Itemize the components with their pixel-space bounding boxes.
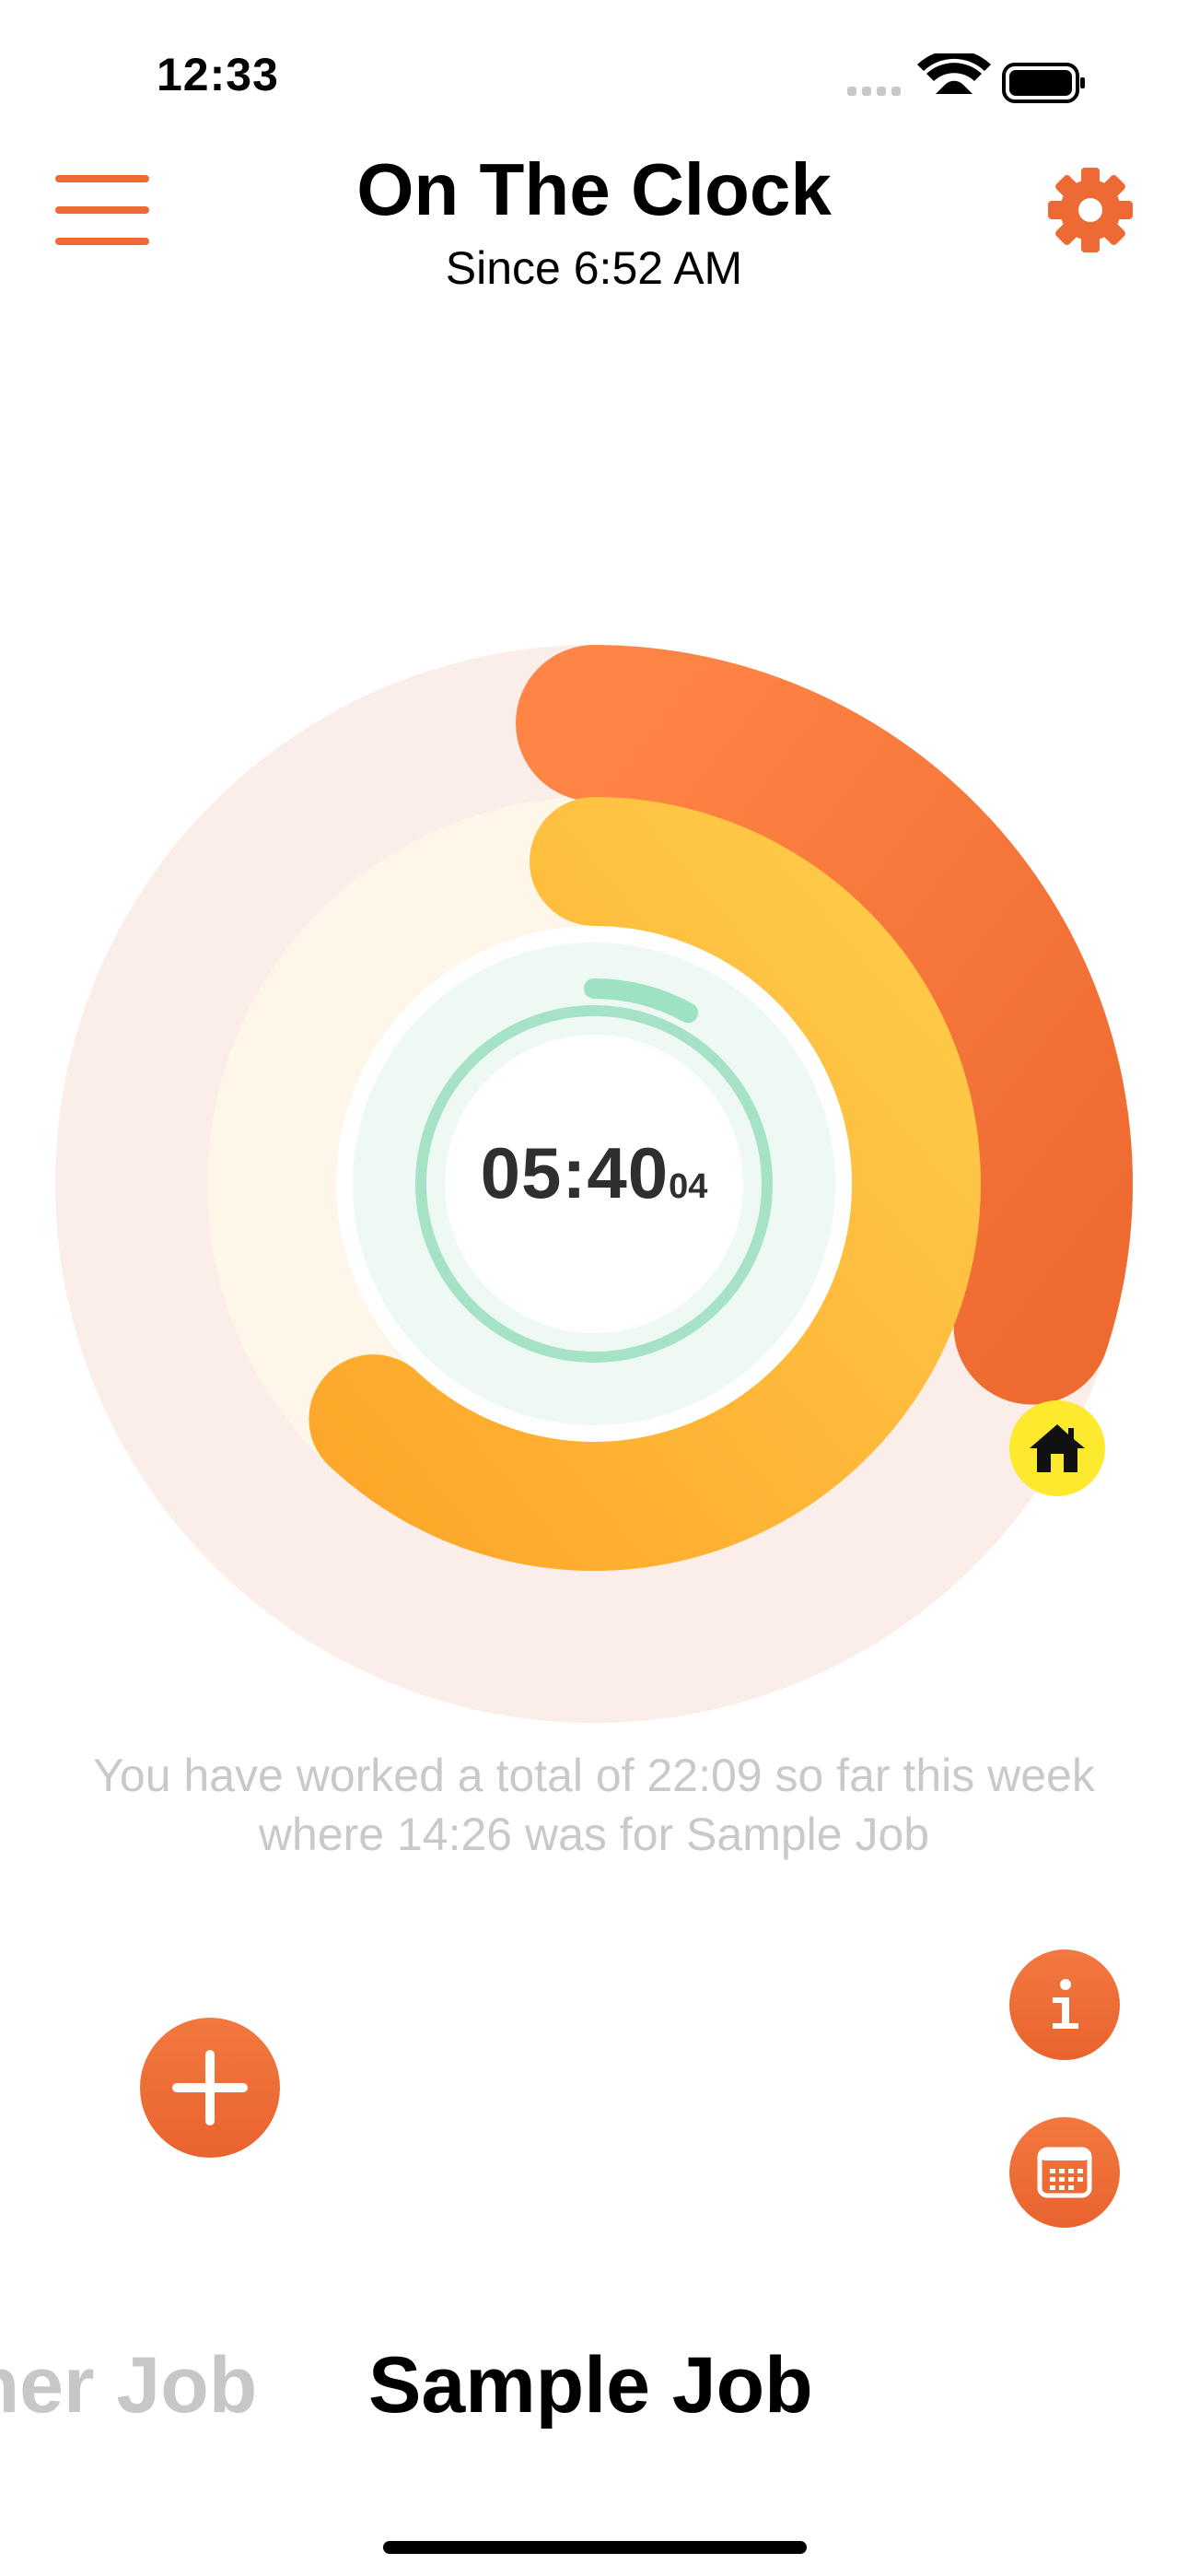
weekly-summary: You have worked a total of 22:09 so far …: [28, 1746, 1160, 1864]
clock-in-time: Since 6:52 AM: [445, 242, 743, 294]
cellular-signal-icon: [847, 87, 901, 96]
battery-icon: [1002, 63, 1085, 103]
add-entry-button[interactable]: [140, 2018, 280, 2158]
info-button[interactable]: [1009, 1950, 1120, 2060]
calendar-button[interactable]: [1009, 2117, 1120, 2228]
elapsed-timer: 05:4004: [0, 1131, 1188, 1215]
info-icon: [1053, 1979, 1078, 2029]
status-time: 12:33: [157, 49, 279, 100]
home-location-badge[interactable]: [1009, 1400, 1105, 1496]
status-indicators: [847, 50, 1087, 109]
plus-icon: [172, 2050, 248, 2125]
summary-line-1: You have worked a total of 22:09 so far …: [93, 1750, 1095, 1801]
wifi-icon: [917, 50, 991, 94]
home-indicator: [383, 2541, 807, 2554]
timer-hours-minutes: 05:40: [480, 1132, 670, 1213]
house-icon: [1030, 1424, 1085, 1472]
timer-seconds: 04: [669, 1167, 708, 1206]
summary-line-2: where 14:26 was for Sample Job: [258, 1809, 930, 1860]
job-selector-current[interactable]: Sample Job: [368, 2340, 813, 2431]
settings-button[interactable]: [1046, 166, 1135, 254]
gear-icon: [1048, 168, 1133, 252]
job-selector-previous[interactable]: ther Job: [0, 2340, 257, 2431]
page-title: On The Clock: [356, 148, 832, 230]
calendar-icon: [1037, 2147, 1092, 2198]
